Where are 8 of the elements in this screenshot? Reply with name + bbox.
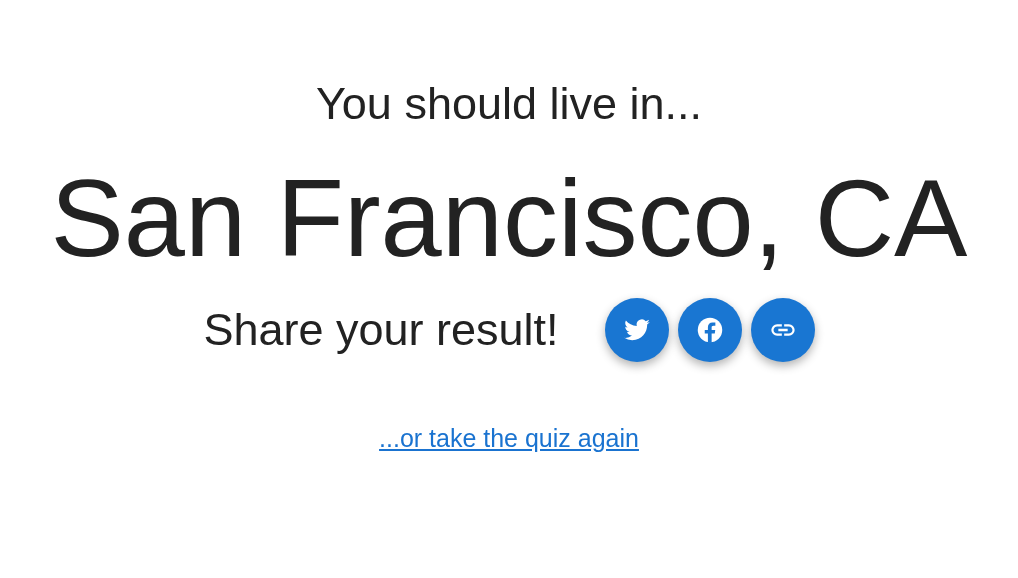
facebook-share-button[interactable]	[677, 298, 742, 362]
twitter-share-button[interactable]	[604, 298, 669, 362]
facebook-icon	[695, 316, 724, 344]
intro-text: You should live in...	[315, 77, 703, 131]
result-heading: San Francisco, CA	[50, 158, 968, 278]
retake-quiz-link[interactable]: ...or take the quiz again	[379, 424, 639, 453]
link-share-button[interactable]	[750, 298, 815, 362]
share-label: Share your result!	[203, 303, 559, 357]
